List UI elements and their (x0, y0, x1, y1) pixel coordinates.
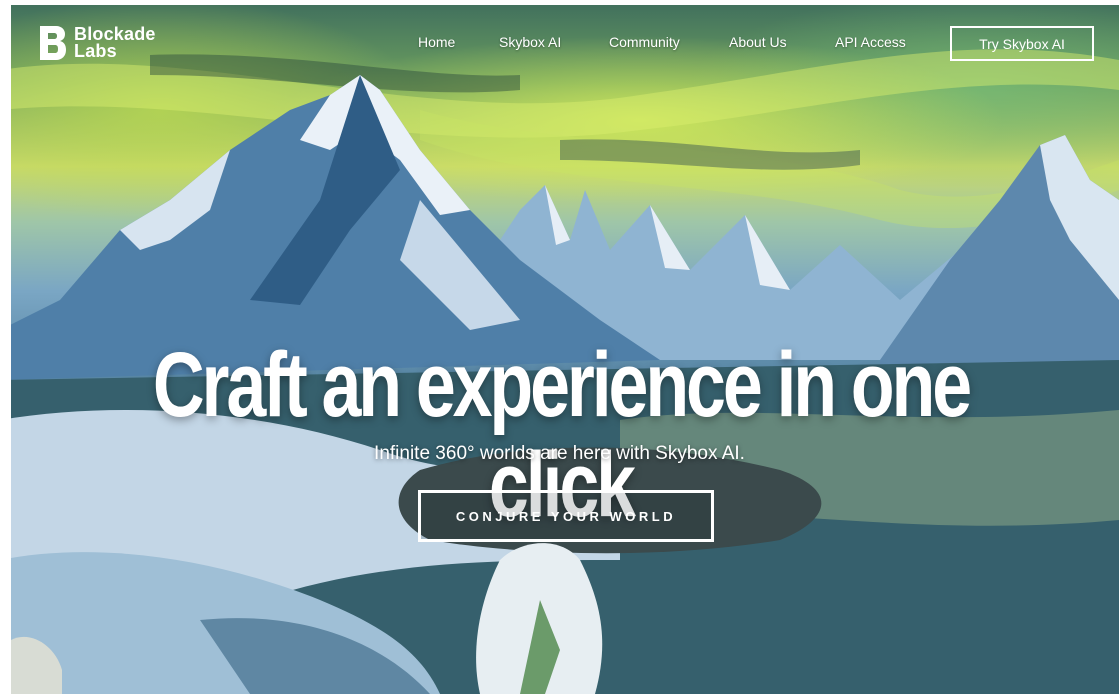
nav-link-community[interactable]: Community (609, 34, 680, 50)
nav-link-about-us[interactable]: About Us (729, 34, 787, 50)
conjure-your-world-button[interactable]: CONJURE YOUR WORLD (418, 490, 714, 542)
hero-section: Blockade Labs Home Skybox AI Community A… (0, 0, 1119, 694)
page-left-border (0, 0, 11, 694)
nav-link-api-access[interactable]: API Access (835, 34, 906, 50)
try-skybox-ai-button[interactable]: Try Skybox AI (950, 26, 1094, 61)
page-top-border (0, 0, 1119, 5)
nav-link-skybox-ai[interactable]: Skybox AI (499, 34, 561, 50)
nav-link-home[interactable]: Home (418, 34, 455, 50)
hero-subheadline: Infinite 360° worlds are here with Skybo… (374, 443, 745, 464)
